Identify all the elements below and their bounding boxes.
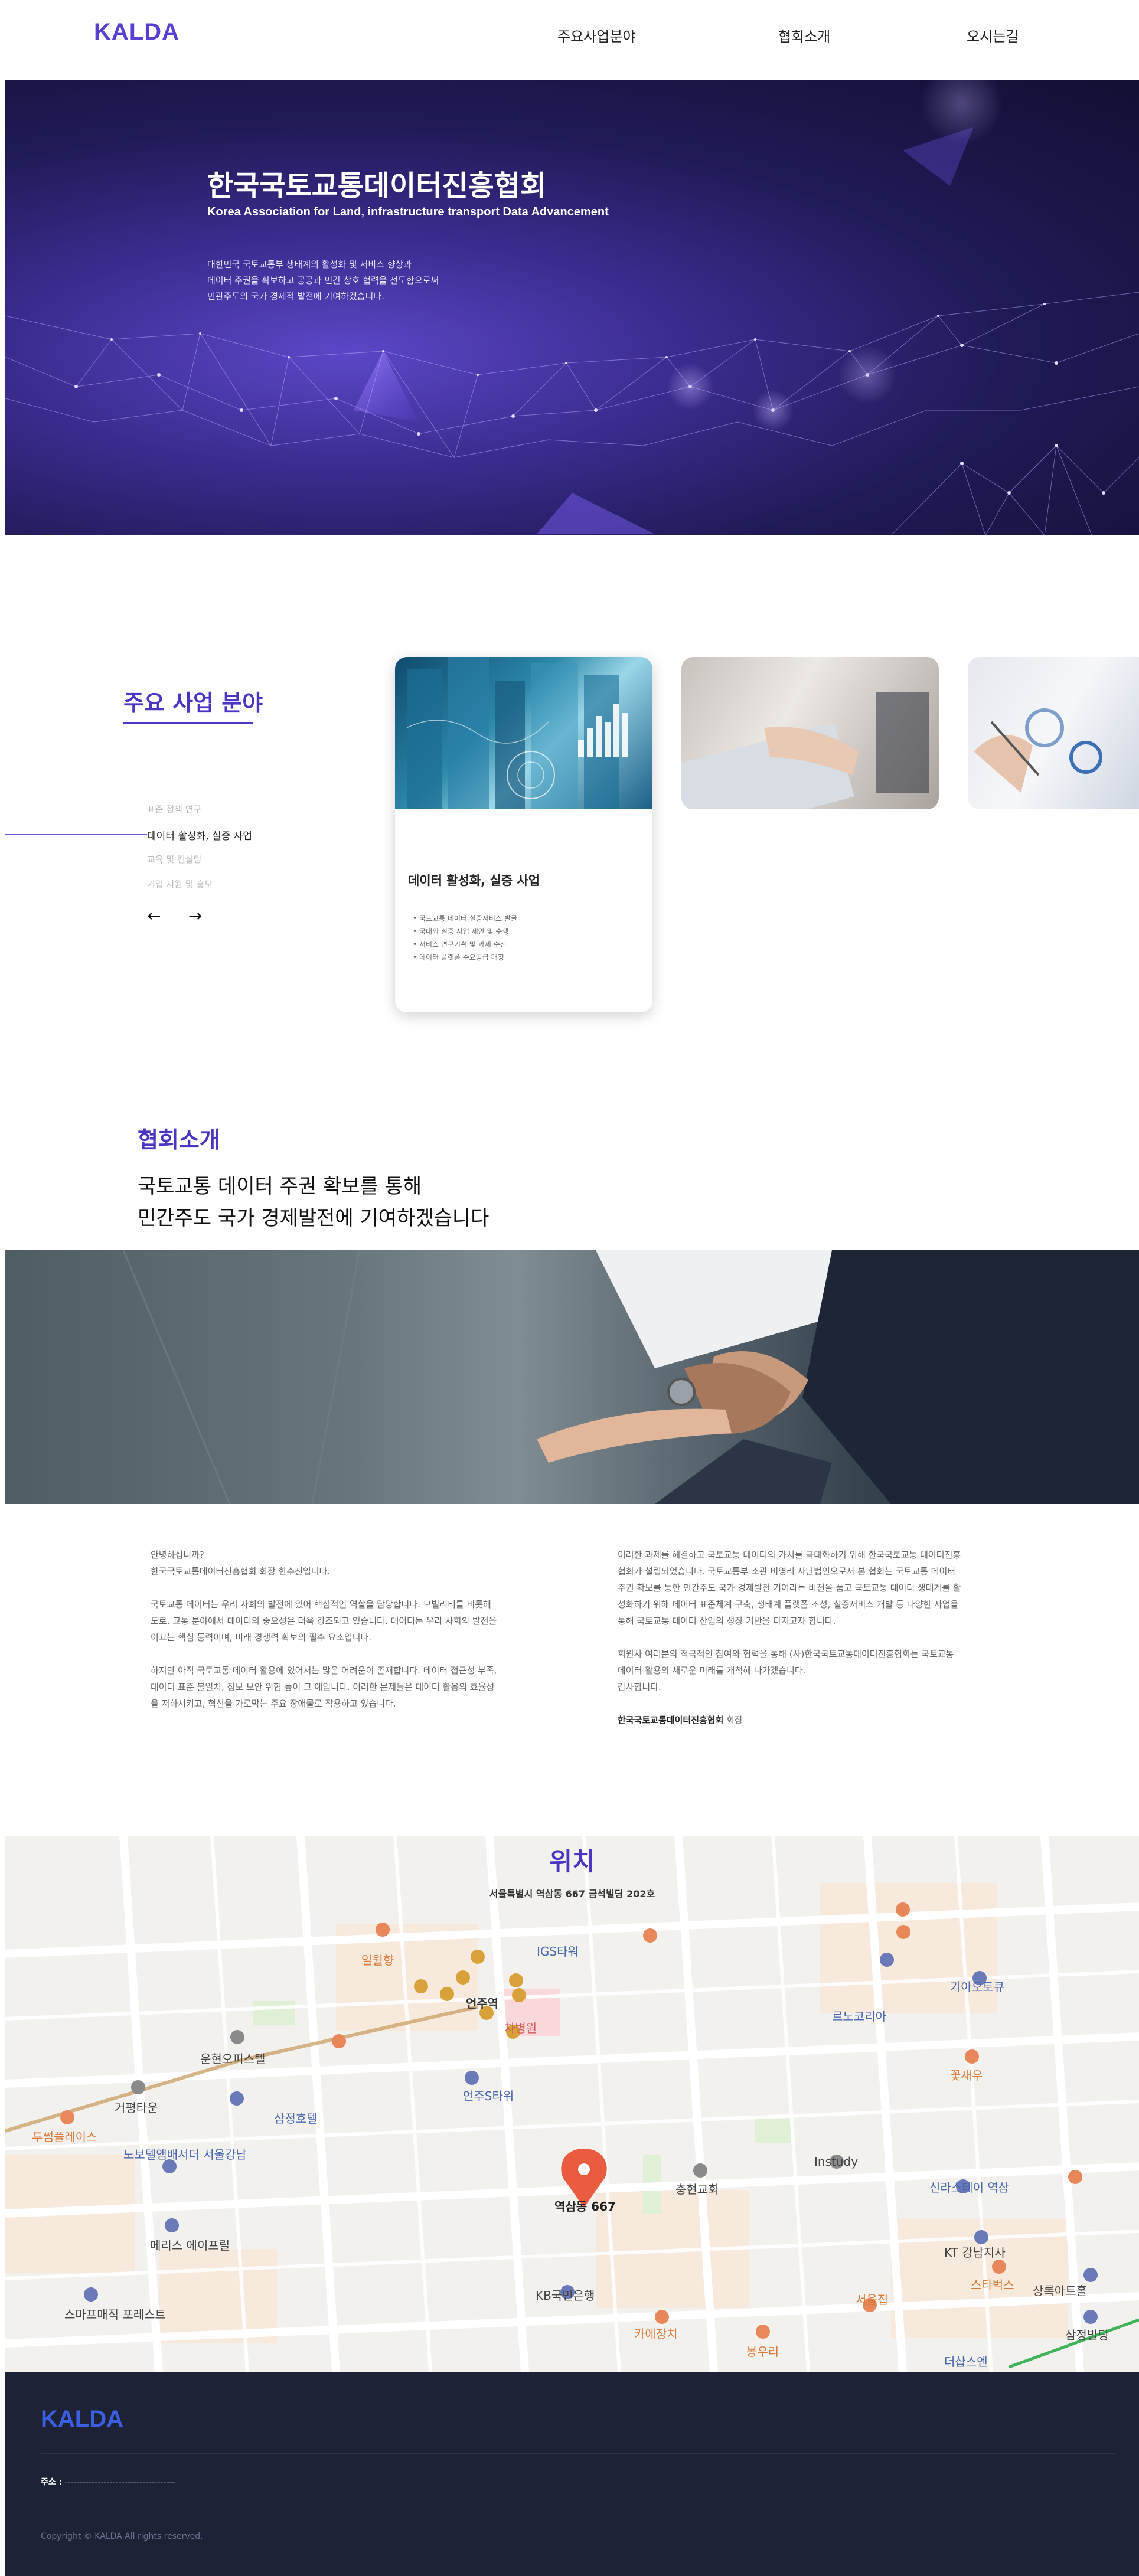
map-label: 일월향 bbox=[361, 1953, 394, 1967]
map-label: 메리스 에이프릴 bbox=[150, 2238, 230, 2253]
map-label: 서울집 bbox=[856, 2293, 889, 2307]
nav-item-about[interactable]: 협회소개 bbox=[778, 25, 830, 45]
map-label: 투썸플레이스 bbox=[32, 2130, 97, 2144]
map-label: 운현오피스텔 bbox=[200, 2052, 266, 2066]
map-label: 삼정호텔 bbox=[274, 2111, 318, 2126]
footer-address: 주소 : -----------------------------------… bbox=[41, 2477, 175, 2487]
chart-paper-image bbox=[974, 708, 1102, 793]
business-menu-item[interactable]: 기업 지원 및 홍보 bbox=[147, 878, 213, 890]
map-label: 상록아트홀 bbox=[1033, 2284, 1087, 2298]
nav-item-business[interactable]: 주요사업분야 bbox=[557, 25, 635, 45]
map-label: KT 강남지사 bbox=[944, 2245, 1006, 2260]
about-paragraph: 국토교통 데이터는 우리 사회의 발전에 있어 핵심적인 역할을 담당합니다. … bbox=[151, 1599, 497, 1643]
about-paragraph: 안녕하십니까? 한국국토교통데이터진흥협회 회장 한수진입니다. bbox=[151, 1549, 331, 1577]
network-graphic bbox=[5, 80, 1139, 535]
map-label: 봉우리 bbox=[746, 2345, 779, 2359]
card-item-list: 국토교통 데이터 실증서비스 발굴 국내외 실증 사업 제안 및 수행 서비스 … bbox=[413, 912, 517, 964]
map-label: 더샵스엔 bbox=[944, 2355, 988, 2369]
headline-line: 국토교통 데이터 주권 확보를 통해 bbox=[138, 1175, 422, 1198]
logo[interactable]: KALDA bbox=[94, 19, 180, 45]
hero-title: 한국국토교통데이터진흥협회 bbox=[207, 169, 547, 202]
business-title-underline bbox=[123, 722, 253, 724]
card-list-item: 데이터 플랫폼 수요공급 매칭 bbox=[413, 951, 517, 964]
page: KALDA 주요사업분야 협회소개 오시는길 한국국토교통데이터진흥협회 Kor… bbox=[5, 0, 1139, 2576]
laptop-hand-image bbox=[681, 692, 929, 809]
about-signature: 한국국토교통데이터진흥협회 회장 bbox=[618, 1715, 743, 1725]
about-label: 협회소개 bbox=[138, 1127, 220, 1153]
about-paragraph: 회원사 여러분의 적극적인 참여와 협력을 통해 (사)한국국토교통데이터진흥협… bbox=[618, 1649, 954, 1692]
map-label: 스타벅스 bbox=[971, 2278, 1014, 2292]
location-title: 위치 bbox=[549, 1847, 595, 1876]
footer-logo[interactable]: KALDA bbox=[41, 2406, 123, 2433]
map-label: 차병원 bbox=[504, 2021, 537, 2035]
card-title: 데이터 활성화, 실증 사업 bbox=[408, 874, 540, 888]
teamwork-photo bbox=[5, 1250, 1139, 1504]
business-card-thumbnail[interactable] bbox=[968, 657, 1139, 809]
about-paragraph: 이러한 과제를 해결하고 국토교통 데이터의 가치를 극대화하기 위해 한국국토… bbox=[618, 1549, 961, 1626]
hero-desc-line: 민관주도의 국가 경제적 발전에 기여하겠습니다. bbox=[207, 291, 384, 302]
business-menu-item-active[interactable]: 데이터 활성화, 실증 사업 bbox=[147, 828, 252, 842]
location-address: 서울특별시 역삼동 667 금석빌딩 202호 bbox=[489, 1888, 655, 1900]
card-list-item: 국토교통 데이터 실증서비스 발굴 bbox=[413, 912, 517, 925]
city-data-graphic bbox=[406, 657, 628, 809]
business-title: 주요 사업 분야 bbox=[123, 690, 263, 716]
footer-divider bbox=[41, 2453, 1115, 2454]
site-footer: KALDA 주소 : -----------------------------… bbox=[5, 2372, 1139, 2576]
hero-banner: 한국국토교통데이터진흥협회 Korea Association for Land… bbox=[5, 80, 1139, 535]
about-text-right: 이러한 과제를 해결하고 국토교통 데이터의 가치를 극대화하기 위해 한국국토… bbox=[618, 1547, 984, 1745]
about-text-left: 안녕하십니까? 한국국토교통데이터진흥협회 회장 한수진입니다. 국토교통 데이… bbox=[151, 1547, 517, 1728]
map-label: Instudy bbox=[814, 2155, 859, 2169]
site-header: KALDA 주요사업분야 협회소개 오시는길 bbox=[5, 0, 1139, 80]
map-label: 신라스테이 역삼 bbox=[929, 2181, 1010, 2195]
hero-desc-line: 데이터 주권을 확보하고 공공과 민간 상호 협력을 선도함으로써 bbox=[207, 275, 439, 286]
prev-arrow-button[interactable]: ← bbox=[147, 906, 161, 926]
pin-label: 역삼동 667 bbox=[554, 2199, 616, 2214]
map-label: IGS타워 bbox=[537, 1944, 579, 1959]
hero-desc-line: 대한민국 국토교통부 생태계의 활성화 및 서비스 향상과 bbox=[207, 259, 412, 270]
card-list-item: 국내외 실증 사업 제안 및 수행 bbox=[413, 925, 517, 938]
headline-line: 민간주도 국가 경제발전에 기여하겠습니다 bbox=[138, 1207, 489, 1230]
map-label: 기아오토큐 bbox=[950, 1980, 1004, 1994]
map-label: 언주역 bbox=[466, 1996, 499, 2011]
stacked-hands-graphic bbox=[5, 1250, 1139, 1504]
business-menu-item[interactable]: 교육 및 컨설팅 bbox=[147, 853, 201, 865]
map-label: 충현교회 bbox=[675, 2182, 719, 2196]
about-paragraph: 하지만 아직 국토교통 데이터 활용에 있어서는 많은 어려움이 존재합니다. … bbox=[151, 1665, 497, 1709]
next-arrow-button[interactable]: → bbox=[188, 906, 202, 926]
footer-copyright: Copyright © KALDA All rights reserved. bbox=[41, 2532, 203, 2541]
about-headline: 국토교통 데이터 주권 확보를 통해 민간주도 국가 경제발전에 기여하겠습니다 bbox=[138, 1171, 489, 1234]
hero-description: 대한민국 국토교통부 생태계의 활성화 및 서비스 향상과 데이터 주권을 확보… bbox=[207, 257, 514, 305]
map-label: 스마프매직 포레스트 bbox=[64, 2307, 166, 2322]
map-label: 꽃새우 bbox=[950, 2068, 983, 2083]
card-image bbox=[395, 657, 652, 809]
business-active-indicator bbox=[5, 834, 147, 835]
map-label: 카에장치 bbox=[634, 2327, 678, 2341]
map-label: 거평타운 bbox=[115, 2101, 158, 2115]
hero-subtitle: Korea Association for Land, infrastructu… bbox=[207, 205, 609, 218]
nav-item-location[interactable]: 오시는길 bbox=[967, 25, 1019, 45]
map-label: 르노코리아 bbox=[832, 2009, 886, 2023]
map-label: KB국민은행 bbox=[536, 2289, 595, 2303]
map-label: 삼정빌딩 bbox=[1065, 2328, 1109, 2342]
business-card[interactable]: 데이터 활성화, 실증 사업 국토교통 데이터 실증서비스 발굴 국내외 실증 … bbox=[395, 657, 652, 1012]
business-menu-item[interactable]: 표준 정책 연구 bbox=[147, 803, 201, 815]
map-label: 언주S타워 bbox=[463, 2089, 514, 2103]
map[interactable]: 언주역 차병원 운현오피스텔 거평타운 삼정호텔 언주S타워 노보텔앰배서더 서… bbox=[5, 1836, 1139, 2372]
map-label: 노보텔앰배서더 서울강남 bbox=[123, 2147, 247, 2162]
business-card-thumbnail[interactable] bbox=[681, 657, 939, 809]
card-list-item: 서비스 연구기획 및 과제 수진 bbox=[413, 938, 517, 951]
